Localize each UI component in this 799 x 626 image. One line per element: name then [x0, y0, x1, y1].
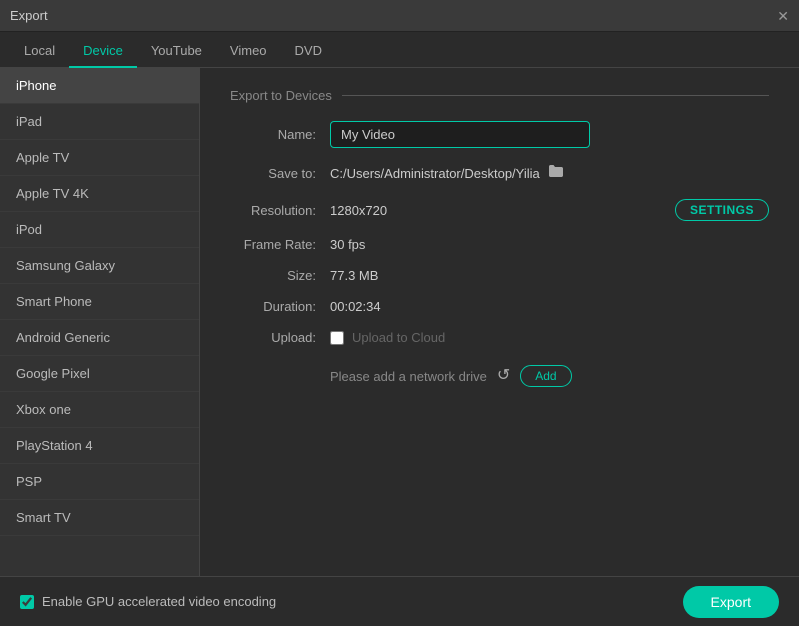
- bottom-bar: Enable GPU accelerated video encoding Ex…: [0, 576, 799, 626]
- sidebar-item-apple-tv-4k[interactable]: Apple TV 4K: [0, 176, 199, 212]
- sidebar-item-smart-tv[interactable]: Smart TV: [0, 500, 199, 536]
- title-bar: Export ✕: [0, 0, 799, 32]
- gpu-label: Enable GPU accelerated video encoding: [42, 594, 276, 609]
- sidebar-item-xbox-one[interactable]: Xbox one: [0, 392, 199, 428]
- window-title: Export: [10, 8, 48, 23]
- name-input[interactable]: [330, 121, 590, 148]
- refresh-button[interactable]: ↺: [497, 368, 510, 384]
- gpu-checkbox[interactable]: [20, 595, 34, 609]
- sidebar-item-ipod[interactable]: iPod: [0, 212, 199, 248]
- duration-row: Duration: 00:02:34: [230, 299, 769, 314]
- size-row: Size: 77.3 MB: [230, 268, 769, 283]
- save-path-value: C:/Users/Administrator/Desktop/Yilia: [330, 166, 540, 181]
- device-sidebar: iPhone iPad Apple TV Apple TV 4K iPod Sa…: [0, 68, 200, 576]
- save-path-container: C:/Users/Administrator/Desktop/Yilia: [330, 164, 564, 183]
- name-label: Name:: [230, 127, 330, 142]
- upload-cloud-checkbox[interactable]: [330, 331, 344, 345]
- duration-value: 00:02:34: [330, 299, 769, 314]
- resolution-row: Resolution: 1280x720 SETTINGS: [230, 199, 769, 221]
- upload-cloud-label: Upload to Cloud: [352, 330, 445, 345]
- save-to-label: Save to:: [230, 166, 330, 181]
- folder-button[interactable]: [548, 164, 564, 183]
- size-value: 77.3 MB: [330, 268, 769, 283]
- sidebar-item-apple-tv[interactable]: Apple TV: [0, 140, 199, 176]
- save-to-row: Save to: C:/Users/Administrator/Desktop/…: [230, 164, 769, 183]
- frame-rate-label: Frame Rate:: [230, 237, 330, 252]
- export-button[interactable]: Export: [683, 586, 779, 618]
- upload-section: Upload to Cloud: [330, 330, 445, 345]
- frame-rate-value: 30 fps: [330, 237, 769, 252]
- sidebar-item-playstation-4[interactable]: PlayStation 4: [0, 428, 199, 464]
- export-window: Export ✕ Local Device YouTube Vimeo DVD …: [0, 0, 799, 626]
- export-panel: Export to Devices Name: Save to: C:/User…: [200, 68, 799, 576]
- sidebar-item-samsung-galaxy[interactable]: Samsung Galaxy: [0, 248, 199, 284]
- resolution-value: 1280x720: [330, 203, 675, 218]
- size-label: Size:: [230, 268, 330, 283]
- gpu-row: Enable GPU accelerated video encoding: [20, 594, 276, 609]
- tab-vimeo[interactable]: Vimeo: [216, 35, 281, 68]
- upload-label: Upload:: [230, 330, 330, 345]
- sidebar-item-smart-phone[interactable]: Smart Phone: [0, 284, 199, 320]
- sidebar-item-google-pixel[interactable]: Google Pixel: [0, 356, 199, 392]
- sidebar-item-psp[interactable]: PSP: [0, 464, 199, 500]
- name-row: Name:: [230, 121, 769, 148]
- tab-device[interactable]: Device: [69, 35, 137, 68]
- duration-label: Duration:: [230, 299, 330, 314]
- close-button[interactable]: ✕: [777, 9, 789, 23]
- resolution-label: Resolution:: [230, 203, 330, 218]
- network-drive-row: Please add a network drive ↺ Add: [330, 365, 769, 387]
- tab-youtube[interactable]: YouTube: [137, 35, 216, 68]
- add-button[interactable]: Add: [520, 365, 571, 387]
- frame-rate-row: Frame Rate: 30 fps: [230, 237, 769, 252]
- tab-bar: Local Device YouTube Vimeo DVD: [0, 32, 799, 68]
- section-title: Export to Devices: [230, 88, 769, 103]
- upload-row: Upload: Upload to Cloud: [230, 330, 769, 345]
- network-drive-text: Please add a network drive: [330, 369, 487, 384]
- sidebar-item-ipad[interactable]: iPad: [0, 104, 199, 140]
- tab-local[interactable]: Local: [10, 35, 69, 68]
- main-content: iPhone iPad Apple TV Apple TV 4K iPod Sa…: [0, 68, 799, 576]
- sidebar-item-iphone[interactable]: iPhone: [0, 68, 199, 104]
- tab-dvd[interactable]: DVD: [281, 35, 336, 68]
- settings-button[interactable]: SETTINGS: [675, 199, 769, 221]
- sidebar-item-android-generic[interactable]: Android Generic: [0, 320, 199, 356]
